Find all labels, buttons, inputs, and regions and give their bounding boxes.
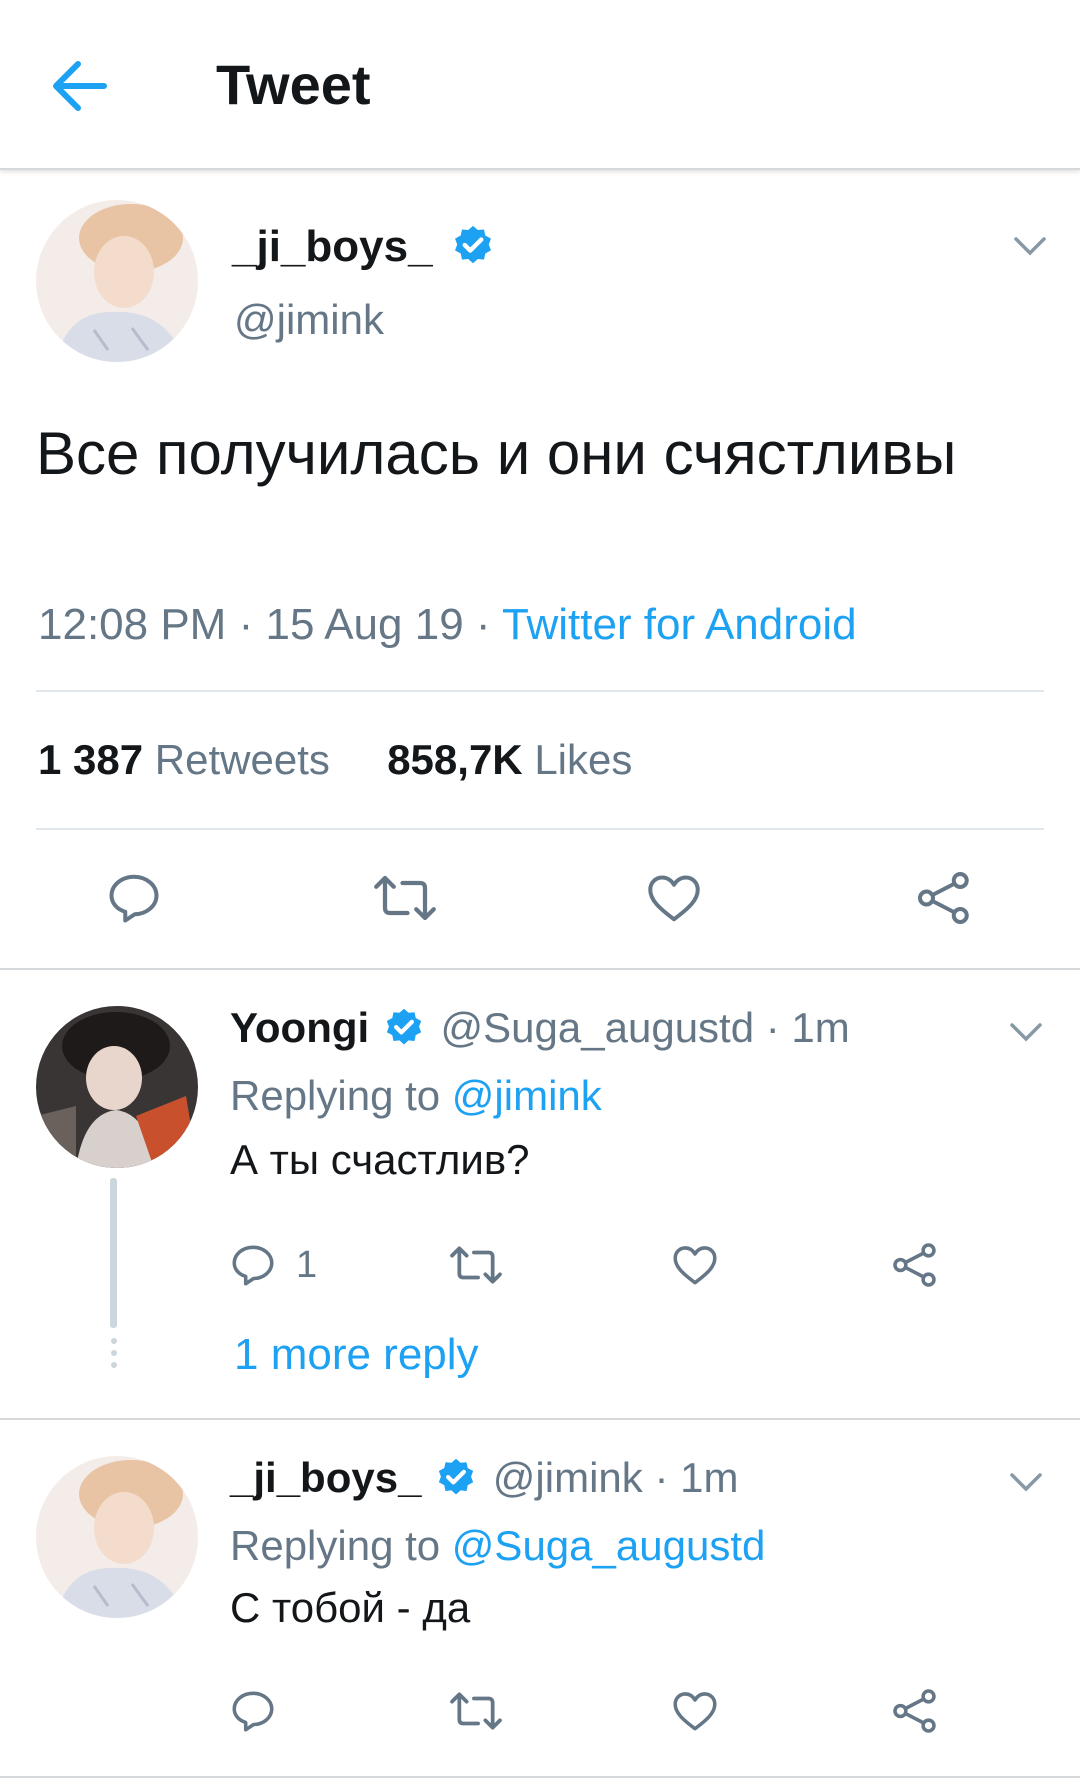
meta-separator: ·	[475, 600, 502, 649]
tweet-source-link[interactable]: Twitter for Android	[502, 600, 857, 649]
replying-to: Replying to @Suga_augustd	[230, 1522, 765, 1570]
heart-icon	[673, 1692, 717, 1731]
verified-badge-icon	[454, 226, 491, 264]
reply-text: С тобой - да	[230, 1584, 471, 1631]
avatar-photo	[36, 200, 198, 362]
heart-icon	[648, 875, 700, 922]
replying-label: Replying to	[230, 1522, 441, 1569]
reply-age: 1m	[680, 1454, 739, 1501]
replying-label: Replying to	[230, 1072, 441, 1119]
reply-button[interactable]	[228, 1686, 278, 1736]
avatar[interactable]	[36, 1006, 198, 1168]
share-icon	[918, 872, 969, 924]
share-icon	[893, 1689, 936, 1733]
avatar-photo	[36, 1006, 198, 1168]
reply-icon	[109, 874, 159, 923]
author-handle[interactable]: @jimink	[234, 296, 384, 344]
retweet-icon	[450, 1246, 502, 1284]
back-button[interactable]	[50, 58, 120, 114]
reply-count: 1	[296, 1243, 318, 1286]
reply-header: Yoongi @Suga_augustd · 1m	[230, 1004, 850, 1052]
like-button[interactable]	[670, 1686, 720, 1736]
like-button[interactable]	[644, 868, 704, 928]
mention-link[interactable]: @Suga_augustd	[452, 1522, 766, 1569]
avatar[interactable]	[36, 200, 198, 362]
share-icon	[893, 1243, 936, 1287]
chevron-down-icon[interactable]	[1008, 1470, 1044, 1494]
thread-dot	[111, 1350, 117, 1356]
retweet-button[interactable]	[372, 868, 438, 928]
retweet-button[interactable]	[448, 1240, 504, 1290]
heart-icon	[673, 1246, 717, 1285]
likes-count: 858,7K	[387, 736, 523, 783]
chevron-down-icon[interactable]	[1008, 1020, 1044, 1044]
reply-button[interactable]: 1	[228, 1240, 317, 1290]
display-name: _ji_boys_	[232, 222, 433, 271]
tweet-stats: 1 387 Retweets 858,7K Likes	[38, 736, 632, 784]
tweet-date: 15 Aug 19	[265, 600, 464, 649]
reply-button[interactable]	[104, 868, 164, 928]
reply-icon	[232, 1245, 274, 1286]
thread-dot	[111, 1338, 117, 1344]
share-button[interactable]	[890, 1686, 940, 1736]
retweet-icon	[374, 875, 436, 921]
meta-separator: ·	[238, 600, 266, 649]
divider	[36, 828, 1044, 830]
verified-badge-icon	[438, 1458, 474, 1495]
retweets-count: 1 387	[38, 736, 144, 783]
author-name[interactable]: _ji_boys_	[232, 222, 495, 272]
reply-header: _ji_boys_ @jimink · 1m	[230, 1454, 738, 1502]
arrow-left-icon	[53, 61, 107, 111]
meta-separator: ·	[765, 1004, 792, 1051]
display-name[interactable]: Yoongi	[230, 1004, 369, 1051]
section-separator	[0, 1418, 1080, 1420]
likes-stat[interactable]: 858,7K Likes	[387, 736, 632, 783]
thread-line	[110, 1178, 117, 1328]
chevron-down-icon[interactable]	[1012, 234, 1048, 258]
mention-link[interactable]: @jimink	[452, 1072, 602, 1119]
retweet-button[interactable]	[448, 1686, 504, 1736]
likes-label: Likes	[534, 736, 633, 783]
top-app-bar: Tweet	[0, 0, 1080, 170]
share-button[interactable]	[914, 868, 974, 928]
thread-dot	[111, 1362, 117, 1368]
tweet-text: Все получилась и они счястливы	[36, 420, 957, 487]
replying-to: Replying to @jimink	[230, 1072, 602, 1120]
share-button[interactable]	[890, 1240, 940, 1290]
reply-age: 1m	[791, 1004, 850, 1051]
more-replies-link[interactable]: 1 more reply	[234, 1330, 479, 1380]
tweet-meta: 12:08 PM · 15 Aug 19 · Twitter for Andro…	[38, 600, 857, 650]
reply-icon	[232, 1691, 274, 1732]
section-separator	[0, 968, 1080, 970]
avatar[interactable]	[36, 1456, 198, 1618]
meta-separator: ·	[654, 1454, 681, 1501]
retweet-icon	[450, 1692, 502, 1730]
author-handle[interactable]: @Suga_augustd	[441, 1004, 755, 1051]
divider	[36, 690, 1044, 692]
tweet-time: 12:08 PM	[38, 600, 227, 649]
verified-badge-icon	[386, 1008, 422, 1045]
reply-text: А ты счастлив?	[230, 1136, 530, 1183]
page-title: Tweet	[216, 53, 371, 116]
section-separator	[0, 1776, 1080, 1778]
like-button[interactable]	[670, 1240, 720, 1290]
author-handle[interactable]: @jimink	[493, 1454, 643, 1501]
avatar-photo	[36, 1456, 198, 1618]
retweets-stat[interactable]: 1 387 Retweets	[38, 736, 330, 783]
retweets-label: Retweets	[154, 736, 330, 783]
display-name[interactable]: _ji_boys_	[230, 1454, 421, 1501]
